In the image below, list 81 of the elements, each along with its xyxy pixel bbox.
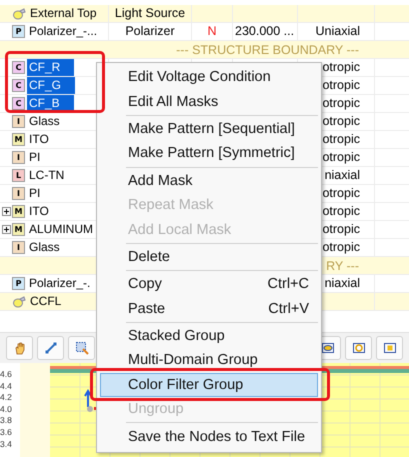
table-cell: otropic xyxy=(322,186,360,200)
node-name[interactable]: PI xyxy=(27,185,42,202)
layer-type-icon: C xyxy=(12,79,25,92)
node-name[interactable]: ITO xyxy=(27,131,51,148)
node-name[interactable]: LC-TN xyxy=(27,167,66,184)
selection-icon xyxy=(74,341,88,355)
menu-item[interactable]: Paste Ctrl+V xyxy=(100,296,318,321)
line-icon xyxy=(44,341,58,355)
menu-item[interactable]: Copy Ctrl+C xyxy=(100,272,318,297)
select-tool-button[interactable] xyxy=(68,336,95,360)
node-name[interactable]: PI xyxy=(27,149,42,166)
node-name[interactable]: Polarizer_-. xyxy=(27,275,92,292)
table-cell: Uniaxial xyxy=(316,24,360,38)
menu-item[interactable]: Make Pattern [Symmetric] xyxy=(100,141,318,166)
node-name[interactable]: CF_R xyxy=(27,59,74,76)
square-tool-button[interactable] xyxy=(376,336,403,360)
line-tool-button[interactable] xyxy=(37,336,64,360)
node-name[interactable]: Glass xyxy=(27,113,62,130)
layer-type-icon: I xyxy=(12,241,25,254)
layer-type-icon: C xyxy=(12,61,25,74)
layer-type-icon: M xyxy=(12,205,25,218)
expander-icon[interactable] xyxy=(2,225,10,234)
layer-type-icon: M xyxy=(12,223,25,236)
layer-type-icon: I xyxy=(12,115,25,128)
node-name[interactable]: Glass xyxy=(27,239,62,256)
menu-item[interactable]: Color Filter Group xyxy=(100,372,318,398)
node-name[interactable]: Polarizer_-... xyxy=(27,23,100,40)
node-name[interactable]: CF_G xyxy=(27,77,76,94)
table-cell: Polarizer xyxy=(125,24,175,38)
axis-tick-label: 3.6 xyxy=(0,426,13,439)
axis-tick-label: 4.4 xyxy=(0,380,13,392)
table-cell: otropic xyxy=(322,60,360,74)
menu-item[interactable]: Make Pattern [Sequential] xyxy=(100,116,318,142)
menu-item[interactable]: Add Mask xyxy=(100,168,318,193)
table-cell: N xyxy=(207,24,217,38)
expander-icon[interactable] xyxy=(2,207,10,216)
node-name[interactable]: CCFL xyxy=(28,293,64,310)
arrow[interactable] xyxy=(84,389,92,408)
layer-type-icon: I xyxy=(12,151,25,164)
menu-item[interactable]: Edit Voltage Condition xyxy=(100,65,318,90)
boundary-label: --- STRUCTURE BOUNDARY --- xyxy=(176,42,360,56)
menu-item[interactable]: Edit All Masks xyxy=(100,89,318,114)
node-name[interactable]: ALUMINUM xyxy=(27,221,96,238)
bulb-icon xyxy=(12,8,26,20)
table-cell: niaxial xyxy=(324,168,360,182)
table-cell: otropic xyxy=(322,150,360,164)
menu-item[interactable]: Multi-Domain Group xyxy=(100,348,318,373)
layer-type-icon: P xyxy=(12,25,25,38)
menu-item[interactable]: Stacked Group xyxy=(100,324,318,348)
circle-icon xyxy=(352,341,366,355)
boundary-label: RY --- xyxy=(326,258,360,272)
circle-tool-button[interactable] xyxy=(345,336,372,360)
table-cell: otropic xyxy=(322,96,360,110)
table-cell: otropic xyxy=(322,222,360,236)
axis-tick-label: 4.2 xyxy=(0,392,13,404)
axis-tick-label: 4.0 xyxy=(0,404,13,416)
layer-type-icon: M xyxy=(12,133,25,146)
point-marker[interactable] xyxy=(87,406,93,412)
table-cell: niaxial xyxy=(324,276,360,290)
table-cell: otropic xyxy=(322,114,360,128)
table-cell: otropic xyxy=(322,240,360,254)
table-cell: otropic xyxy=(322,78,360,92)
menu-item[interactable]: Delete xyxy=(100,244,318,270)
node-name[interactable]: ITO xyxy=(27,203,51,220)
axis-tick-label: 4.6 xyxy=(0,369,13,381)
layer-type-icon: C xyxy=(12,97,25,110)
axis-tick-label: 3.8 xyxy=(0,415,13,427)
square-icon xyxy=(382,341,396,355)
hand-tool-button[interactable] xyxy=(6,336,33,360)
table-cell: Light Source xyxy=(114,6,186,20)
menu-item[interactable]: Save the Nodes to Text File xyxy=(100,424,318,449)
table-cell: otropic xyxy=(322,204,360,218)
table-cell: 230.000 ... xyxy=(235,24,294,38)
node-name[interactable]: External Top xyxy=(28,5,98,22)
layer-type-icon: P xyxy=(12,277,25,290)
bulb-icon xyxy=(12,296,26,308)
layer-type-icon: I xyxy=(12,187,25,200)
table-cell: otropic xyxy=(322,132,360,146)
axis-tick-label: 3.4 xyxy=(0,438,13,450)
layer-type-icon: L xyxy=(12,169,25,182)
hand-icon xyxy=(12,341,26,355)
